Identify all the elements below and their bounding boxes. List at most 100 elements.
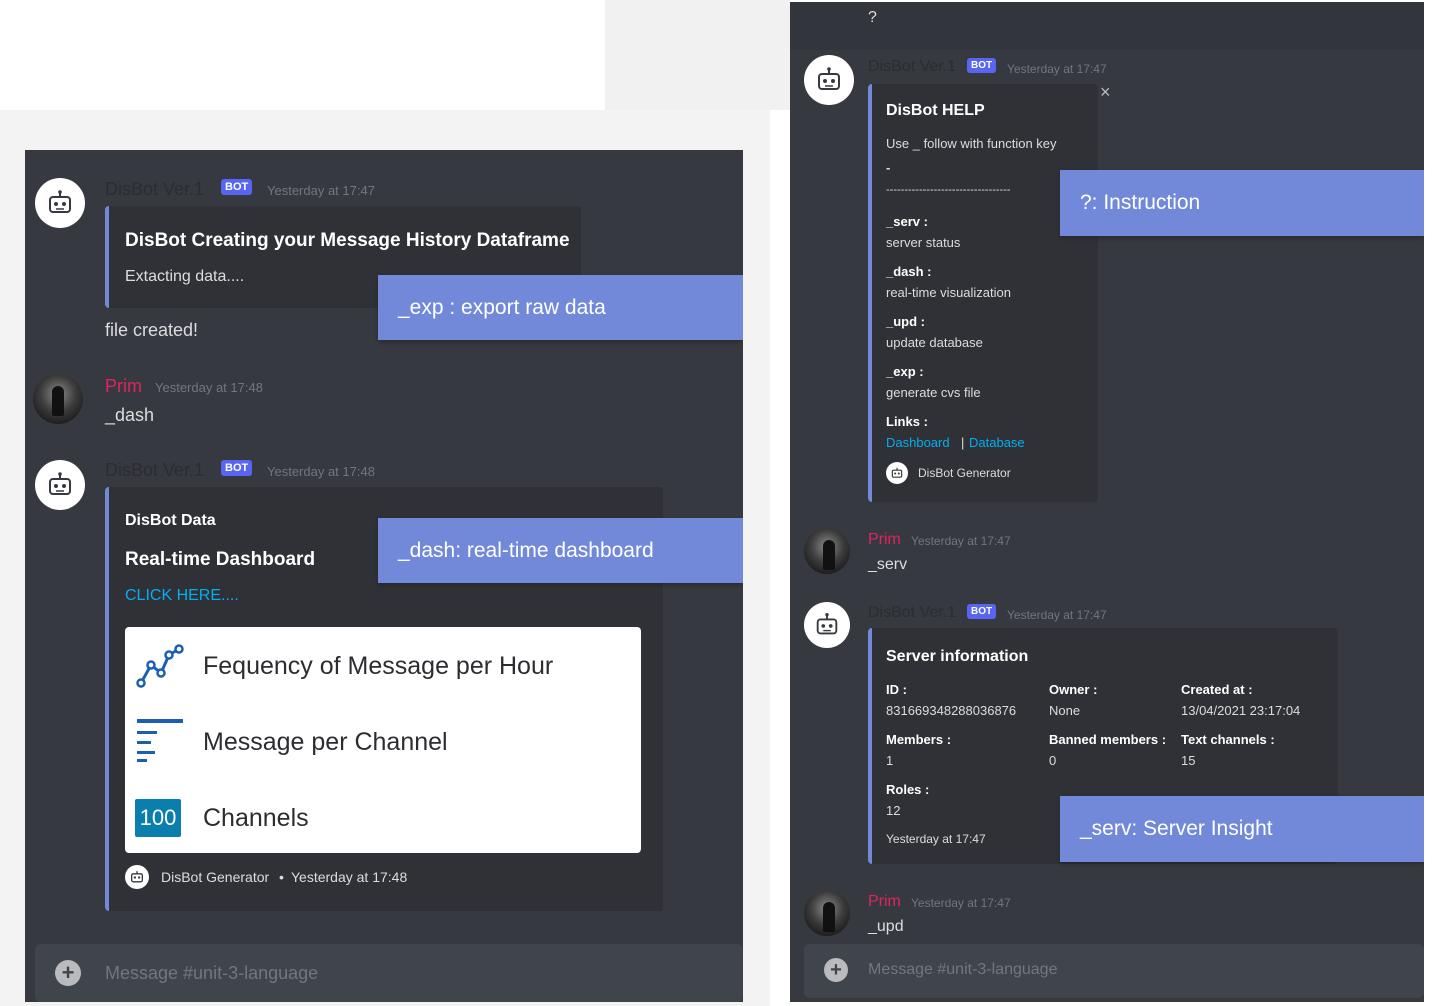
database-link[interactable]: Database (969, 435, 1025, 450)
embed-dash: - (886, 160, 891, 175)
bot-name[interactable]: DisBot Ver.1 (105, 460, 204, 481)
footer-name: DisBot Generator (161, 869, 270, 885)
field-name: Banned members : (1049, 732, 1167, 747)
add-attachment-icon[interactable]: + (55, 960, 81, 986)
user-name[interactable]: Prim (868, 531, 901, 549)
callout-dashboard: _dash: real-time dashboard (378, 518, 743, 583)
top-message-area: ? (790, 2, 1424, 50)
robot-icon (49, 190, 71, 213)
footer-robot-icon (886, 462, 908, 484)
robot-icon (818, 67, 840, 90)
user-name[interactable]: Prim (868, 893, 901, 911)
bot-name[interactable]: DisBot Ver.1 (868, 58, 956, 76)
timestamp: Yesterday at 17:47 (911, 534, 1011, 548)
bot-message-help: DisBot Ver.1 BOT Yesterday at 17:47 DisB… (790, 50, 1424, 510)
bot-avatar[interactable] (35, 460, 85, 510)
field-name: Members : (886, 732, 952, 747)
footer-time: Yesterday at 17:47 (886, 832, 986, 846)
field-name: Created at : (1181, 682, 1253, 697)
message-placeholder: Message #unit-3-language (105, 963, 319, 983)
callout-server-insight: _serv: Server Insight (1060, 796, 1424, 862)
field-value: 0 (1049, 753, 1057, 768)
card-row-channel: Message per Channel (135, 717, 448, 767)
field-value: 15 (1181, 753, 1196, 768)
user-message-upd: Prim Yesterday at 17:47 _upd (790, 884, 1424, 944)
add-attachment-icon[interactable]: + (824, 958, 848, 982)
message-placeholder: Message #unit-3-language (868, 961, 1058, 978)
user-avatar[interactable] (33, 374, 83, 424)
robot-icon (816, 613, 838, 635)
field-name: _dash : (886, 264, 932, 279)
message-text: _upd (868, 918, 904, 935)
bot-avatar[interactable] (804, 602, 850, 648)
embed-title: Server information (886, 648, 1029, 665)
bot-badge: BOT (967, 58, 997, 73)
user-message-serv: Prim Yesterday at 17:47 _serv (790, 522, 1424, 582)
bot-avatar[interactable] (35, 178, 85, 228)
embed-help: DisBot HELP Use _ follow with function k… (868, 84, 1098, 502)
right-chat-panel: ? DisBot Ver.1 BOT Yesterday at 17:47 Di… (790, 2, 1424, 1002)
field-name: Owner : (1049, 682, 1098, 697)
footer-time: Yesterday at 17:48 (291, 869, 408, 885)
user-avatar[interactable] (804, 890, 850, 936)
card-label: Channels (203, 803, 309, 832)
timestamp: Yesterday at 17:47 (911, 896, 1011, 910)
timestamp: Yesterday at 17:47 (1007, 62, 1107, 76)
footer-separator: • (279, 869, 284, 885)
field-value: 13/04/2021 23:17:04 (1181, 703, 1301, 718)
field-value: server status (886, 235, 961, 250)
embed-title: Real-time Dashboard (125, 549, 316, 570)
dashboard-link[interactable]: Dashboard (886, 435, 950, 450)
embed-divider: ---------------------------------- (886, 184, 1011, 196)
message-input[interactable]: + Message #unit-3-language (804, 944, 1424, 998)
bot-badge: BOT (221, 460, 253, 476)
field-value: 1 (886, 753, 894, 768)
field-name: ID : (886, 682, 907, 697)
card-label: Fequency of Message per Hour (203, 651, 554, 680)
links-label: Links : (886, 414, 928, 429)
card-label: Message per Channel (203, 727, 448, 756)
field-name: _upd : (886, 314, 925, 329)
embed-title: DisBot Creating your Message History Dat… (125, 230, 570, 251)
close-icon[interactable]: × (1100, 82, 1111, 103)
callout-text: _exp : export raw data (398, 295, 606, 319)
footer-robot-icon (125, 865, 149, 889)
field-value: generate cvs file (886, 385, 981, 400)
field-name: Roles : (886, 782, 930, 797)
field-value: real-time visualization (886, 285, 1011, 300)
embed-text: Extacting data.... (125, 268, 245, 285)
field-name: _serv : (886, 214, 928, 229)
bot-name[interactable]: DisBot Ver.1 (105, 179, 204, 200)
field-value: None (1049, 703, 1081, 718)
link-separator: | (961, 435, 965, 450)
bot-name[interactable]: DisBot Ver.1 (868, 604, 956, 622)
left-chat-panel: DisBot Ver.1 BOT Yesterday at 17:47 DisB… (25, 150, 743, 1002)
embed-link[interactable]: CLICK HERE.... (125, 587, 239, 605)
callout-text: _serv: Server Insight (1080, 817, 1273, 840)
user-avatar[interactable] (804, 528, 850, 574)
message-text: ? (868, 9, 877, 26)
timestamp: Yesterday at 17:47 (267, 183, 375, 198)
embed-author: DisBot Data (125, 512, 216, 529)
callout-text: _dash: real-time dashboard (398, 538, 654, 562)
field-name: _exp : (886, 364, 924, 379)
background-top (605, 0, 790, 110)
message-input[interactable]: + Message #unit-3-language (35, 944, 743, 1002)
message-text: _serv (868, 556, 908, 573)
bot-badge: BOT (221, 179, 253, 195)
callout-instruction: ?: Instruction (1060, 170, 1424, 236)
field-value: 831669348288036876 (886, 703, 1017, 718)
line-chart-icon (136, 644, 184, 688)
field-value: 12 (886, 803, 901, 818)
bot-badge: BOT (967, 604, 997, 619)
callout-text: ?: Instruction (1080, 191, 1201, 214)
field-name: Text channels : (1181, 732, 1275, 747)
dashboard-preview-card[interactable]: Fequency of Message per Hour Message per… (125, 627, 641, 853)
bot-avatar[interactable] (804, 55, 854, 105)
timestamp: Yesterday at 17:48 (155, 380, 263, 395)
field-value: update database (886, 335, 983, 350)
user-name[interactable]: Prim (105, 376, 142, 397)
message-text: file created! (105, 320, 199, 340)
robot-icon (49, 472, 71, 495)
message-text: _dash (105, 405, 155, 425)
